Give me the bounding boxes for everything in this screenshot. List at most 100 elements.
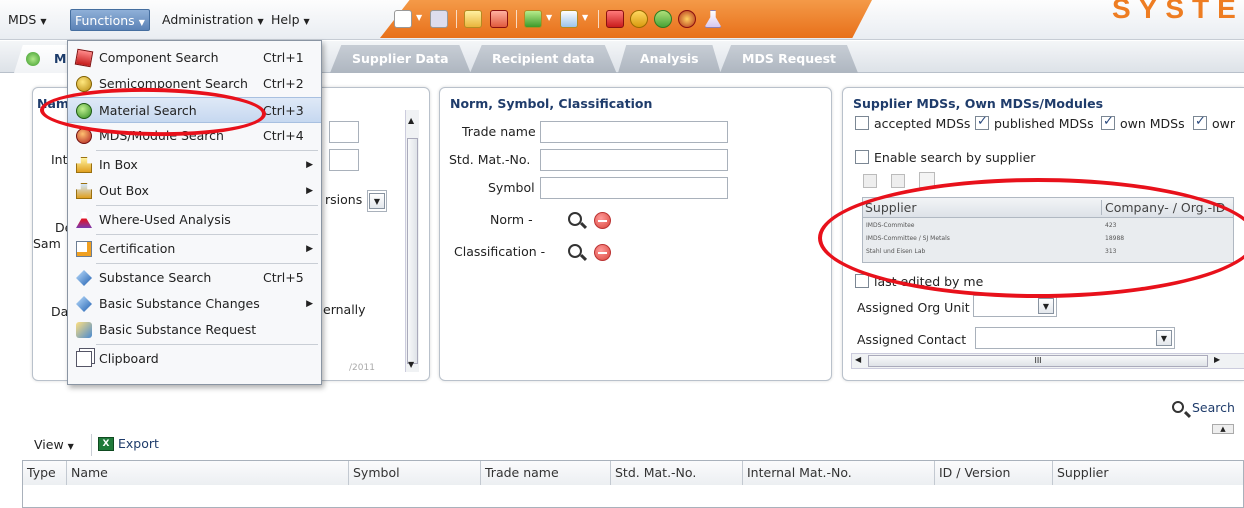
vertical-scrollbar[interactable]: ▲ ▼ xyxy=(405,110,419,372)
tab-recipient-data[interactable]: Recipient data xyxy=(470,45,617,73)
org-unit-select[interactable]: ▼ xyxy=(973,295,1057,317)
remove-icon[interactable] xyxy=(594,212,611,229)
new-document-icon[interactable] xyxy=(394,10,412,28)
excel-icon: X xyxy=(98,437,114,451)
col-supplier[interactable]: Supplier xyxy=(1053,461,1243,485)
std-mat-no-input[interactable] xyxy=(540,149,728,171)
menu-separator xyxy=(96,205,318,206)
substance-changes-icon xyxy=(76,296,92,312)
menu-item-out-box[interactable]: Out Box ▶ xyxy=(68,178,321,204)
component-icon xyxy=(74,48,94,68)
chevron-down-icon: ▼ xyxy=(138,18,145,27)
enable-supplier-search-checkbox[interactable] xyxy=(855,150,869,164)
material-icon[interactable] xyxy=(654,10,672,28)
menu-item-where-used-analysis[interactable]: Where-Used Analysis xyxy=(68,207,321,233)
chevron-down-icon: ▼ xyxy=(369,193,385,209)
name-input[interactable] xyxy=(329,121,359,143)
flask-icon xyxy=(76,212,92,228)
scrollbar-thumb[interactable]: III xyxy=(868,355,1208,367)
last-edited-checkbox[interactable] xyxy=(855,274,869,288)
chevron-down-icon[interactable]: ▼ xyxy=(546,13,552,22)
own-mds-checkbox[interactable] xyxy=(1101,114,1115,130)
trade-name-input[interactable] xyxy=(540,121,728,143)
col-id-version[interactable]: ID / Version xyxy=(935,461,1053,485)
scroll-left-icon[interactable]: ◀ xyxy=(855,355,861,364)
pdf-icon[interactable] xyxy=(490,10,508,28)
grid-border xyxy=(22,460,23,508)
col-name[interactable]: Name xyxy=(67,461,349,485)
accepted-mds-checkbox[interactable] xyxy=(855,116,869,130)
menu-item-substance-search[interactable]: Substance Search Ctrl+5 xyxy=(68,265,321,291)
chevron-down-icon[interactable]: ▼ xyxy=(582,13,588,22)
symbol-input[interactable] xyxy=(540,177,728,199)
menu-separator xyxy=(96,150,318,151)
menu-mds[interactable]: MDS ▼ xyxy=(4,9,51,31)
versions-select[interactable]: ▼ xyxy=(367,190,387,212)
classification-label: Classification - xyxy=(454,244,546,259)
menu-functions[interactable]: Functions ▼ xyxy=(70,9,150,31)
menu-help[interactable]: Help ▼ xyxy=(267,9,314,31)
tab-mds-request[interactable]: MDS Request xyxy=(720,45,859,73)
internal-no-input[interactable] xyxy=(329,149,359,171)
collapse-icon[interactable]: ▲ xyxy=(1212,424,1234,434)
norm-label: Norm - xyxy=(490,212,533,227)
component-icon[interactable] xyxy=(606,10,624,28)
submenu-arrow-icon: ▶ xyxy=(306,299,313,309)
horizontal-scrollbar[interactable]: ◀ III ▶ xyxy=(851,353,1244,369)
mds-module-icon[interactable] xyxy=(678,10,696,28)
col-internal-mat-no[interactable]: Internal Mat.-No. xyxy=(743,461,935,485)
chevron-down-icon: ▼ xyxy=(40,17,47,26)
semicomponent-icon xyxy=(76,76,92,92)
menu-item-in-box[interactable]: In Box ▶ xyxy=(68,152,321,178)
search-icon xyxy=(1172,401,1184,413)
menu-item-basic-substance-request[interactable]: Basic Substance Request xyxy=(68,317,321,343)
col-symbol[interactable]: Symbol xyxy=(349,461,481,485)
symbol-label: Symbol xyxy=(488,180,535,195)
toolbar-separator xyxy=(516,10,517,28)
save-icon[interactable] xyxy=(430,10,448,28)
norm-symbol-classification-panel: Norm, Symbol, Classification Trade name … xyxy=(439,87,832,381)
own-modules-checkbox[interactable] xyxy=(1193,114,1207,130)
remove-supplier-icon[interactable] xyxy=(891,174,905,188)
chevron-down-icon: ▼ xyxy=(67,442,74,451)
clipboard-icon xyxy=(76,351,92,367)
scroll-down-icon[interactable]: ▼ xyxy=(408,360,414,369)
search-icon[interactable] xyxy=(568,244,582,258)
toolbar-separator xyxy=(91,434,92,456)
add-supplier-icon[interactable] xyxy=(863,174,877,188)
menu-item-component-search[interactable]: Component Search Ctrl+1 xyxy=(68,45,321,71)
scroll-up-icon[interactable]: ▲ xyxy=(408,116,414,125)
scroll-right-icon[interactable]: ▶ xyxy=(1214,355,1220,364)
std-mat-no-label: Std. Mat.-No. xyxy=(449,152,531,167)
col-std-mat-no[interactable]: Std. Mat.-No. xyxy=(611,461,743,485)
substance-request-icon xyxy=(76,322,92,338)
panel-title: Norm, Symbol, Classification xyxy=(450,96,653,111)
col-type[interactable]: Type xyxy=(23,461,67,485)
export-icon[interactable] xyxy=(560,10,578,28)
edit-icon[interactable] xyxy=(464,10,482,28)
export-button[interactable]: X Export xyxy=(98,436,159,451)
col-trade-name[interactable]: Trade name xyxy=(481,461,611,485)
published-mds-checkbox[interactable] xyxy=(975,114,989,130)
view-menu[interactable]: View ▼ xyxy=(34,437,74,452)
menu-administration[interactable]: Administration ▼ xyxy=(158,9,268,31)
tab-analysis[interactable]: Analysis xyxy=(618,45,721,73)
remove-icon[interactable] xyxy=(594,244,611,261)
import-icon[interactable] xyxy=(524,10,542,28)
inbox-icon xyxy=(76,157,92,173)
semicomponent-icon[interactable] xyxy=(630,10,648,28)
chevron-down-icon: ▼ xyxy=(303,17,310,26)
trade-name-label: Trade name xyxy=(462,124,536,139)
substance-icon xyxy=(76,270,92,286)
menu-item-basic-substance-changes[interactable]: Basic Substance Changes ▶ xyxy=(68,291,321,317)
menu-item-clipboard[interactable]: Clipboard xyxy=(68,346,321,372)
material-icon xyxy=(26,52,40,66)
certificate-icon xyxy=(76,241,92,257)
menu-item-certification[interactable]: Certification ▶ xyxy=(68,236,321,262)
brand-logo: SYSTE xyxy=(1112,0,1244,24)
search-icon[interactable] xyxy=(568,212,582,226)
tab-supplier-data[interactable]: Supplier Data xyxy=(330,45,471,73)
scrollbar-thumb[interactable] xyxy=(407,138,418,364)
chevron-down-icon[interactable]: ▼ xyxy=(416,13,422,22)
contact-select[interactable]: ▼ xyxy=(975,327,1175,349)
